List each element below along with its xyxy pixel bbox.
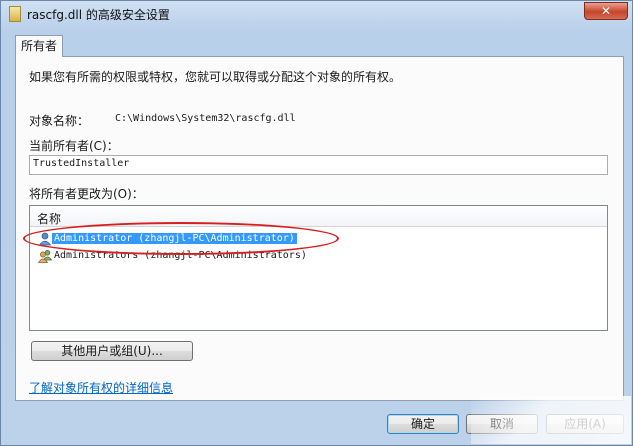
file-icon — [9, 6, 21, 22]
close-button[interactable]: ✕ — [584, 2, 628, 20]
object-name-value: C:\Windows\System32\rascfg.dll — [115, 113, 296, 124]
ok-button[interactable]: 确定 — [387, 414, 459, 434]
title-bar[interactable]: rascfg.dll 的高级安全设置 ✕ — [1, 1, 633, 27]
dialog-window: rascfg.dll 的高级安全设置 ✕ 所有者 如果您有所需的权限或特权，您就… — [0, 0, 633, 446]
current-owner-label: 当前所有者(C)： — [29, 139, 119, 153]
tab-owner[interactable]: 所有者 — [15, 35, 63, 57]
change-owner-label: 将所有者更改为(O)： — [29, 187, 144, 201]
cancel-button[interactable]: 取消 — [466, 414, 538, 434]
other-users-button[interactable]: 其他用户或组(U)... — [31, 341, 193, 361]
object-name-label: 对象名称： — [29, 114, 90, 128]
window-title: rascfg.dll 的高级安全设置 — [27, 8, 170, 22]
apply-button[interactable]: 应用(A) — [546, 414, 624, 434]
intro-text: 如果您有所需的权限或特权，您就可以取得或分配这个对象的所有权。 — [29, 70, 402, 84]
learn-more-link[interactable]: 了解对象所有权的详细信息 — [29, 379, 173, 396]
current-owner-field[interactable]: TrustedInstaller — [29, 155, 608, 175]
group-icon — [38, 250, 52, 263]
annotation-oval — [23, 222, 339, 255]
